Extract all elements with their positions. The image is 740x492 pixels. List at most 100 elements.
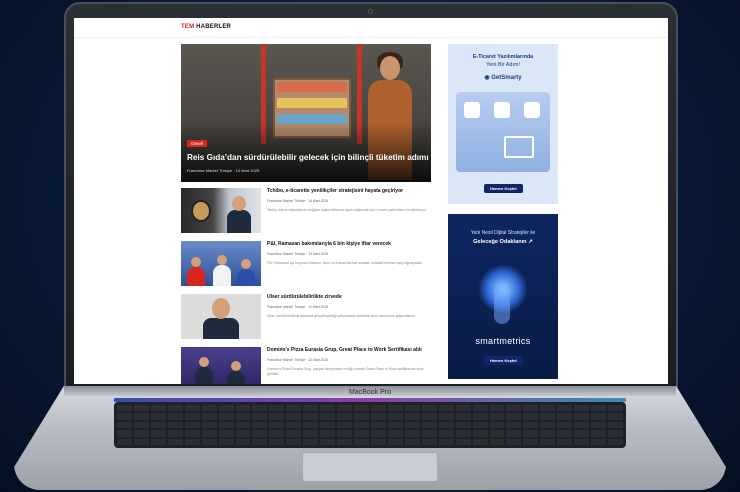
smartmetrics-ad-banner[interactable]: Yeni Nesil Dijital Stratejiler ile Gelec…: [448, 214, 558, 379]
keyboard-key: [371, 430, 386, 437]
keyboard-key: [540, 405, 556, 412]
keyboard-key: [133, 405, 149, 412]
news-item[interactable]: Domino's Pizza Eurasia Grup, Great Place…: [181, 347, 431, 384]
site-logo[interactable]: TEM HABERLER: [181, 24, 231, 30]
keyboard-key: [387, 405, 403, 412]
keyboard-key: [455, 421, 471, 429]
keyboard-key: [201, 421, 217, 429]
news-thumbnail[interactable]: [181, 241, 261, 286]
keyboard-key: [235, 430, 251, 437]
keyboard-key: [150, 405, 166, 412]
keyboard-key: [252, 413, 268, 420]
keyboard-key: [540, 421, 556, 429]
keyboard-key: [506, 413, 522, 420]
hero-title[interactable]: Reis Gıda’dan sürdürülebilir gelecek içi…: [187, 153, 429, 162]
keyboard-key: [286, 413, 302, 420]
keyboard-key: [387, 438, 403, 445]
news-item[interactable]: Tchibo, e-ticarette yenilikçiler stratej…: [181, 188, 431, 239]
trend-arrow-icon: ↗: [528, 239, 533, 245]
news-title[interactable]: Ülser sürdürülebilirlikte zirvede: [267, 294, 431, 300]
keyboard-key: [438, 421, 454, 429]
keyboard-key: [557, 405, 573, 412]
keyboard-key: [235, 438, 251, 445]
keyboard-key: [354, 430, 369, 437]
getsmarty-ad-banner[interactable]: E-Ticaret Yazılımlarında Yeni Bir Adım! …: [448, 44, 558, 204]
news-thumbnail[interactable]: [181, 347, 261, 384]
keyboard-key: [371, 421, 386, 429]
keyboard-key: [269, 421, 285, 429]
keyboard-key: [117, 413, 132, 420]
shopping-cart-icon: [504, 136, 534, 158]
keyboard-key: [150, 421, 166, 429]
keyboard-key: [591, 413, 607, 420]
news-title[interactable]: P&I, Ramazan bakımılarıyla 6 bin kişiye …: [267, 241, 431, 247]
keyboard-key: [608, 421, 623, 429]
keyboard-key: [421, 405, 437, 412]
keyboard-key: [591, 438, 607, 445]
keyboard-key: [201, 430, 217, 437]
laptop-lid: TEM HABERLER Genel Reis Gıda’dan sürdürü…: [64, 2, 678, 390]
keyboard-key: [455, 438, 471, 445]
keyboard-key: [337, 438, 353, 445]
news-title[interactable]: Domino's Pizza Eurasia Grup, Great Place…: [267, 347, 431, 353]
keyboard-key: [557, 438, 573, 445]
keyboard-key: [574, 430, 590, 437]
keyboard-key: [557, 430, 573, 437]
hero-article[interactable]: Genel Reis Gıda’dan sürdürülebilir gelec…: [181, 44, 431, 182]
keyboard-key: [303, 405, 319, 412]
keyboard-key: [489, 421, 505, 429]
keyboard-key: [354, 421, 369, 429]
camera-dot: [368, 9, 373, 14]
news-thumbnail[interactable]: [181, 188, 261, 233]
keyboard-key: [303, 430, 319, 437]
news-item[interactable]: Ülser sürdürülebilirlikte zirvede Franch…: [181, 294, 431, 345]
hero-category-tag[interactable]: Genel: [187, 140, 208, 147]
keyboard-key: [371, 405, 386, 412]
ad-cta-button[interactable]: Hemen Keşfet: [484, 356, 523, 365]
keyboard-key: [455, 413, 471, 420]
keyboard-key: [235, 405, 251, 412]
keyboard: [114, 402, 626, 448]
keyboard-key: [167, 421, 183, 429]
keyboard-key: [337, 405, 353, 412]
keyboard-key: [150, 430, 166, 437]
keyboard-key: [303, 438, 319, 445]
news-thumbnail[interactable]: [181, 294, 261, 339]
ad-subheadline: Yeni Bir Adım!: [486, 62, 520, 68]
ad-subheadline: Geleceğe Odaklanın ↗: [473, 239, 533, 245]
keyboard-key: [252, 421, 268, 429]
logo-accent: TEM: [181, 24, 195, 30]
keyboard-key: [455, 405, 471, 412]
news-item[interactable]: P&I, Ramazan bakımılarıyla 6 bin kişiye …: [181, 241, 431, 292]
keyboard-key: [320, 413, 336, 420]
keyboard-key: [167, 413, 183, 420]
keyboard-key: [150, 413, 166, 420]
trackpad: [302, 452, 438, 482]
keyboard-key: [591, 430, 607, 437]
keyboard-key: [540, 438, 556, 445]
keyboard-key: [421, 438, 437, 445]
keyboard-key: [574, 421, 590, 429]
keyboard-key: [421, 430, 437, 437]
keyboard-key: [404, 430, 420, 437]
keyboard-key: [252, 405, 268, 412]
tshirt-icon: [494, 102, 510, 118]
keyboard-key: [472, 421, 488, 429]
keyboard-key: [150, 438, 166, 445]
keyboard-key: [320, 421, 336, 429]
ad-brand: ◉ GetSmarty: [484, 75, 522, 81]
keyboard-key: [523, 413, 539, 420]
keyboard-key: [201, 438, 217, 445]
keyboard-key: [184, 421, 200, 429]
keyboard-key: [167, 405, 183, 412]
keyboard-key: [489, 430, 505, 437]
device-model-label: MacBook Pro: [348, 389, 392, 396]
ad-cta-button[interactable]: Hemen Keşfet: [484, 184, 523, 193]
news-meta: Franchise Market Türkiye · 12 Mart 2025: [267, 358, 329, 362]
news-title[interactable]: Tchibo, e-ticarette yenilikçiler stratej…: [267, 188, 431, 194]
hand-pointer-icon: [494, 284, 510, 324]
keyboard-key: [117, 405, 132, 412]
laptop-base: MacBook Pro: [14, 386, 726, 490]
keyboard-key: [506, 405, 522, 412]
keyboard-key: [540, 413, 556, 420]
